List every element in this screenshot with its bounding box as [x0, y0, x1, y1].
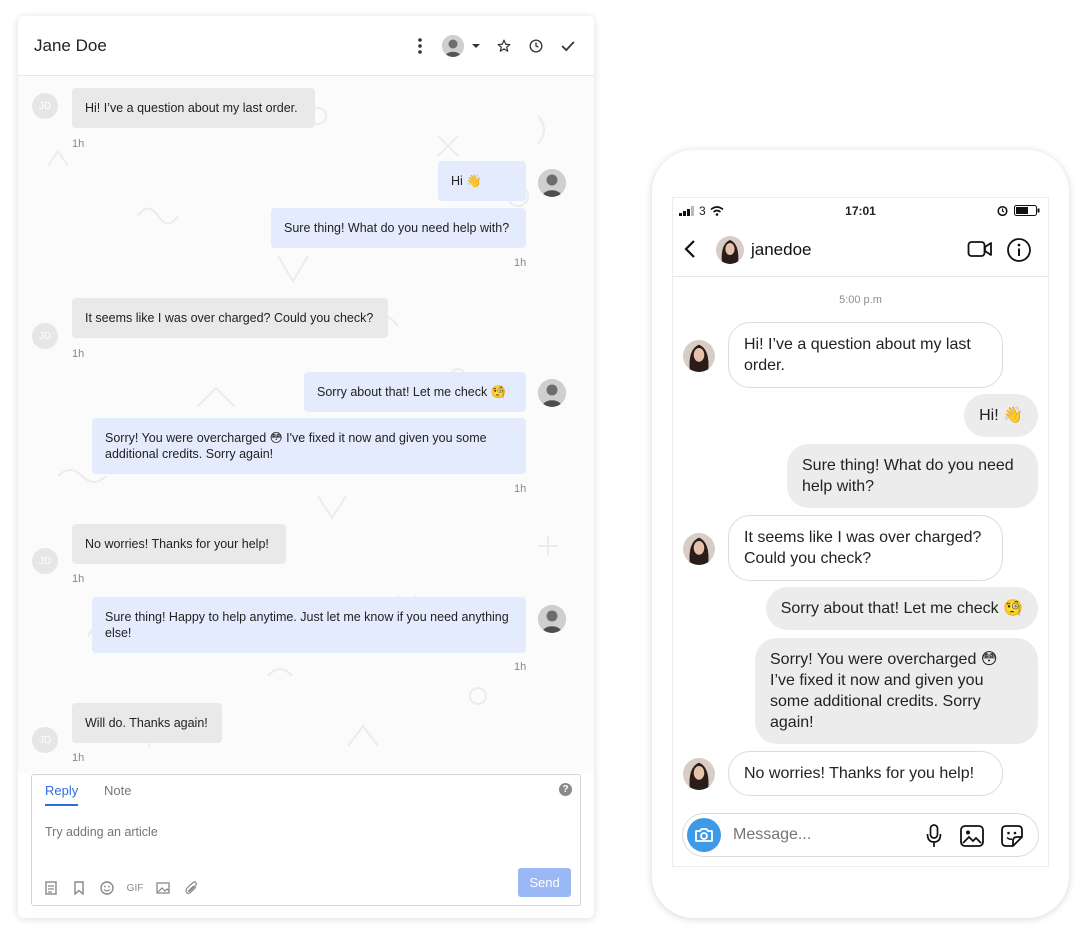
customer-avatar: JD — [32, 93, 58, 119]
chevron-down-icon[interactable] — [470, 36, 482, 56]
contact-avatar — [683, 340, 715, 372]
composer-toolbar: GIF — [43, 880, 211, 896]
customer-message: Hi! I’ve a question about my last order. — [72, 88, 315, 128]
message-composer — [682, 813, 1039, 857]
image-icon[interactable] — [155, 880, 171, 896]
tab-note[interactable]: Note — [104, 783, 131, 804]
info-icon[interactable] — [1006, 237, 1032, 268]
conversation-panel: Jane Doe JD Hi! I’ve a question about my… — [18, 16, 594, 918]
gallery-icon[interactable] — [959, 823, 985, 849]
status-bar: 3 17:01 — [673, 198, 1048, 224]
assignee-avatar[interactable] — [442, 34, 464, 57]
check-icon[interactable] — [558, 36, 578, 56]
sent-message: Sure thing! What do you need help with? — [787, 444, 1038, 508]
message-time: 1h — [514, 483, 527, 495]
message-thread[interactable]: JD Hi! I’ve a question about my last ord… — [18, 76, 594, 773]
contact-avatar[interactable] — [716, 236, 744, 264]
message-time: 1h — [514, 257, 527, 269]
gif-icon[interactable]: GIF — [127, 880, 144, 896]
customer-message: No worries! Thanks for your help! — [72, 524, 286, 564]
agent-message: Sorry! You were overcharged 😳 I've fixed… — [92, 418, 526, 474]
message-time: 1h — [514, 661, 527, 673]
video-call-icon[interactable] — [967, 239, 993, 264]
reply-input[interactable] — [45, 825, 445, 839]
attachment-icon[interactable] — [183, 880, 199, 896]
received-message: Hi! I’ve a question about my last order. — [728, 322, 1003, 388]
received-message: No worries! Thanks for you help! — [728, 751, 1003, 796]
agent-message: Sure thing! What do you need help with? — [271, 208, 526, 248]
sent-message: Sorry! You were overcharged 😳 I’ve fixed… — [755, 638, 1038, 744]
battery-icon — [1014, 205, 1040, 216]
agent-avatar — [538, 169, 566, 197]
reply-composer: Reply Note ? GIF Send — [31, 774, 581, 906]
help-icon[interactable]: ? — [559, 783, 572, 796]
status-time: 17:01 — [845, 204, 876, 218]
contact-avatar — [683, 758, 715, 790]
sent-message: Sorry about that! Let me check 🧐 — [765, 587, 1038, 630]
microphone-icon[interactable] — [921, 823, 947, 849]
customer-avatar: JD — [32, 727, 58, 753]
tab-reply[interactable]: Reply — [45, 783, 79, 806]
message-time: 1h — [72, 573, 85, 585]
more-vertical-icon[interactable] — [410, 36, 430, 56]
customer-avatar: JD — [32, 548, 58, 574]
camera-icon[interactable] — [687, 818, 721, 852]
chat-time-divider: 5:00 p.m — [839, 294, 882, 306]
message-input[interactable] — [733, 826, 883, 844]
star-icon[interactable] — [494, 36, 514, 56]
bookmark-icon[interactable] — [71, 880, 87, 896]
agent-message: Hi 👋 — [438, 161, 526, 201]
clock-icon[interactable] — [526, 36, 546, 56]
received-message: It seems like I was over charged? Could … — [728, 515, 1003, 581]
message-time: 1h — [72, 752, 85, 764]
contact-avatar — [683, 533, 715, 565]
message-time: 1h — [72, 348, 85, 360]
contact-name: Jane Doe — [34, 35, 107, 55]
conversation-header: Jane Doe — [18, 16, 594, 76]
alarm-icon — [997, 205, 1008, 216]
emoji-icon[interactable] — [99, 880, 115, 896]
contact-username[interactable]: janedoe — [751, 240, 812, 260]
message-time: 1h — [72, 138, 85, 150]
agent-avatar — [538, 605, 566, 633]
sent-message: Hi! 👋 — [964, 394, 1038, 437]
status-right — [997, 205, 1040, 216]
agent-avatar — [538, 379, 566, 407]
agent-message: Sure thing! Happy to help anytime. Just … — [92, 597, 526, 653]
chat-header: janedoe — [673, 224, 1048, 277]
customer-message: It seems like I was over charged? Could … — [72, 298, 388, 338]
customer-avatar: JD — [32, 323, 58, 349]
header-toolbar — [398, 34, 578, 57]
article-icon[interactable] — [43, 880, 59, 896]
customer-message: Will do. Thanks again! — [72, 703, 222, 743]
sticker-icon[interactable] — [999, 823, 1025, 849]
back-arrow-icon[interactable] — [683, 238, 697, 265]
send-button[interactable]: Send — [518, 868, 571, 897]
phone-screen: 3 17:01 janedoe 5:00 p.m Hi! I’ve a ques… — [672, 197, 1049, 867]
agent-message: Sorry about that! Let me check 🧐 — [304, 372, 526, 412]
